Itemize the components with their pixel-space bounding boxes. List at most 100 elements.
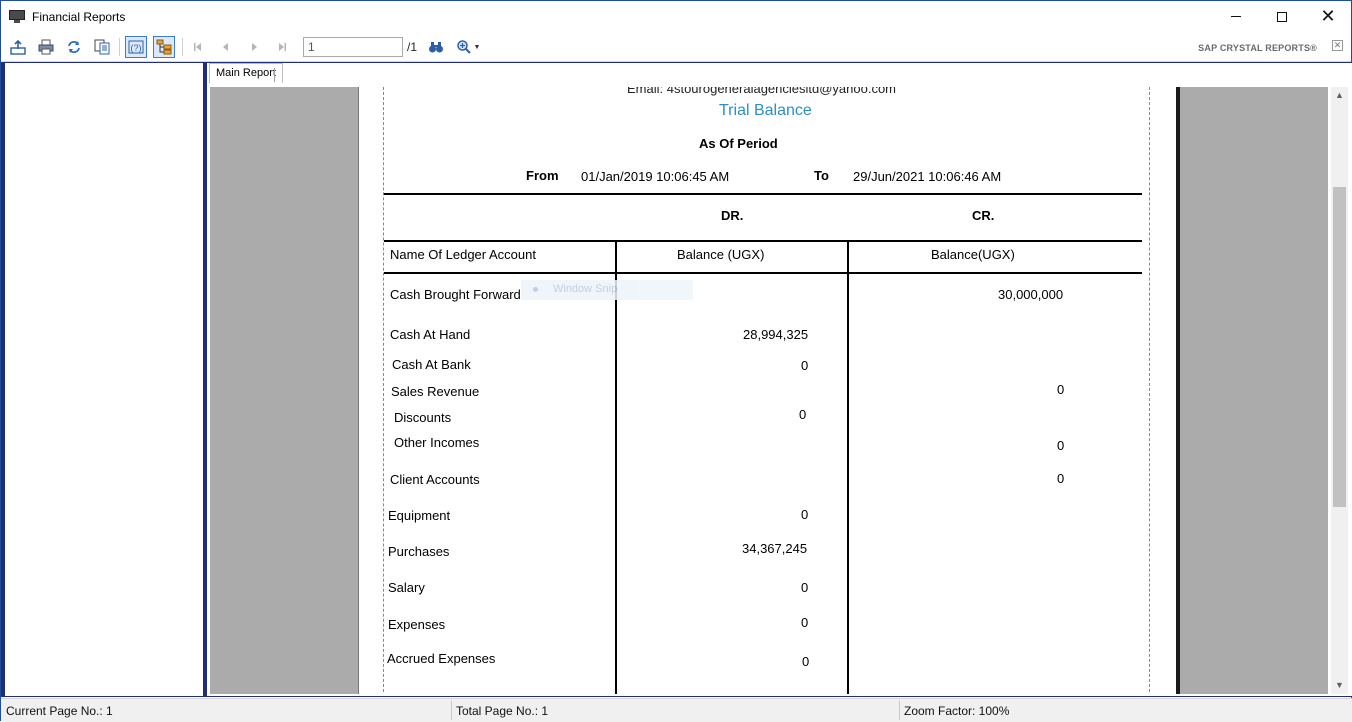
page-margin-left	[383, 87, 384, 694]
previous-page-icon	[223, 43, 228, 51]
column-divider-1	[615, 240, 617, 694]
minimize-icon	[1231, 16, 1241, 17]
dr-heading: DR.	[721, 208, 744, 223]
row-dr-value: 0	[801, 580, 809, 595]
row-dr-value: 0	[801, 615, 809, 630]
row-account: Other Incomes	[394, 435, 480, 450]
header-rule-bottom	[384, 272, 1142, 274]
company-email: Email: 4stourogeneralagenciesltd@yahoo.c…	[627, 87, 897, 96]
row-cr-value: 0	[1057, 382, 1065, 397]
row-dr-value: 34,367,245	[742, 541, 808, 556]
row-account: Accrued Expenses	[387, 651, 496, 666]
current-page-status: Current Page No.: 1	[6, 704, 113, 718]
from-date: 01/Jan/2019 10:06:45 AM	[581, 169, 730, 184]
group-tree-icon	[156, 39, 172, 55]
close-icon: ✕	[1320, 5, 1336, 27]
copy-button[interactable]	[91, 36, 113, 58]
refresh-icon	[68, 41, 80, 53]
row-dr-value: 0	[801, 507, 809, 522]
row-account: Cash At Hand	[390, 327, 471, 342]
printer-icon	[38, 39, 54, 55]
maximize-icon	[1277, 11, 1287, 22]
cr-heading: CR.	[972, 208, 995, 223]
chevron-down-icon: ▼	[473, 43, 481, 51]
row-account: Sales Revenue	[391, 384, 480, 399]
vertical-scrollbar[interactable]: ▲ ▼	[1331, 87, 1348, 694]
app-monitor-icon	[9, 9, 25, 24]
row-cr-value: 0	[1057, 438, 1065, 453]
sap-crystal-reports-brand: SAP CRYSTAL REPORTS®	[1198, 43, 1317, 53]
from-label: From	[526, 168, 559, 183]
zoom-magnifier-icon	[456, 40, 471, 54]
row-account: Purchases	[388, 544, 450, 559]
report-toolbar: (?) /1 ▼ SAP CRYSTAL REPORTS® ✕	[2, 33, 1351, 62]
column-header-dr: Balance (UGX)	[677, 247, 765, 262]
snip-dot-icon	[533, 287, 538, 292]
svg-text:(?): (?)	[131, 43, 142, 53]
binoculars-icon	[429, 42, 443, 53]
toolbar-separator	[119, 38, 120, 56]
panel-splitter[interactable]	[203, 62, 206, 697]
row-account: Client Accounts	[390, 472, 480, 487]
column-divider-2	[847, 240, 849, 694]
maximize-button[interactable]	[1259, 1, 1305, 32]
title-bar: Financial Reports ✕	[1, 1, 1351, 32]
snip-label: Window Snip	[553, 283, 618, 295]
report-page: Email: 4stourogeneralagenciesltd@yahoo.c…	[358, 87, 1176, 694]
next-page-icon	[252, 43, 257, 51]
report-area: Main Report Email: 4stourogeneralagencie…	[207, 63, 1352, 696]
row-dr-value: 0	[799, 407, 807, 422]
scroll-down-icon[interactable]: ▼	[1331, 677, 1348, 694]
last-page-button[interactable]	[271, 36, 293, 58]
row-account: Cash At Bank	[392, 357, 471, 372]
window-snip-overlay: Window Snip	[521, 280, 693, 300]
zoom-factor-status: Zoom Factor: 100%	[904, 704, 1010, 718]
last-page-icon	[279, 43, 286, 51]
group-tree-panel[interactable]	[5, 63, 203, 696]
row-account: Salary	[388, 580, 425, 595]
status-separator	[899, 701, 900, 720]
page-total-label: /1	[407, 40, 418, 54]
status-bar: Current Page No.: 1 Total Page No.: 1 Zo…	[1, 698, 1352, 722]
close-viewer-icon[interactable]: ✕	[1332, 40, 1343, 51]
help-parameter-icon: (?)	[128, 40, 144, 54]
report-subtitle: As Of Period	[699, 136, 778, 151]
scroll-up-icon[interactable]: ▲	[1331, 87, 1348, 104]
scrollbar-thumb[interactable]	[1333, 187, 1346, 507]
page-shadow	[1176, 87, 1180, 694]
export-icon	[10, 39, 26, 55]
group-tree-toggle-button[interactable]	[153, 36, 175, 58]
row-dr-value: 0	[801, 358, 809, 373]
to-date: 29/Jun/2021 10:06:46 AM	[853, 169, 1002, 184]
to-label: To	[814, 168, 829, 183]
row-cr-value: 30,000,000	[998, 287, 1064, 302]
page-number-input[interactable]	[303, 37, 403, 57]
header-rule-middle	[384, 240, 1142, 242]
row-account: Cash Brought Forward	[390, 287, 521, 302]
export-button[interactable]	[7, 36, 29, 58]
row-account: Equipment	[388, 508, 451, 523]
report-title: Trial Balance	[719, 102, 812, 119]
status-separator	[451, 701, 452, 720]
first-page-button[interactable]	[187, 36, 209, 58]
tab-divider	[274, 68, 275, 82]
minimize-button[interactable]	[1213, 1, 1259, 32]
previous-page-button[interactable]	[215, 36, 237, 58]
report-viewport[interactable]: Email: 4stourogeneralagenciesltd@yahoo.c…	[210, 87, 1328, 694]
copy-icon	[94, 39, 110, 55]
column-header-cr: Balance(UGX)	[931, 247, 1015, 262]
column-header-account: Name Of Ledger Account	[390, 247, 536, 262]
parameters-toggle-button[interactable]: (?)	[125, 36, 147, 58]
tab-main-report[interactable]: Main Report	[209, 63, 283, 83]
row-cr-value: 0	[1057, 471, 1065, 486]
refresh-button[interactable]	[63, 36, 85, 58]
zoom-dropdown-button[interactable]: ▼	[453, 36, 483, 58]
print-button[interactable]	[35, 36, 57, 58]
find-text-button[interactable]	[425, 36, 447, 58]
total-page-status: Total Page No.: 1	[456, 704, 549, 718]
next-page-button[interactable]	[243, 36, 265, 58]
close-button[interactable]: ✕	[1305, 1, 1351, 32]
header-rule-top	[384, 193, 1142, 195]
row-account: Discounts	[394, 410, 452, 425]
page-margin-right	[1149, 87, 1150, 694]
